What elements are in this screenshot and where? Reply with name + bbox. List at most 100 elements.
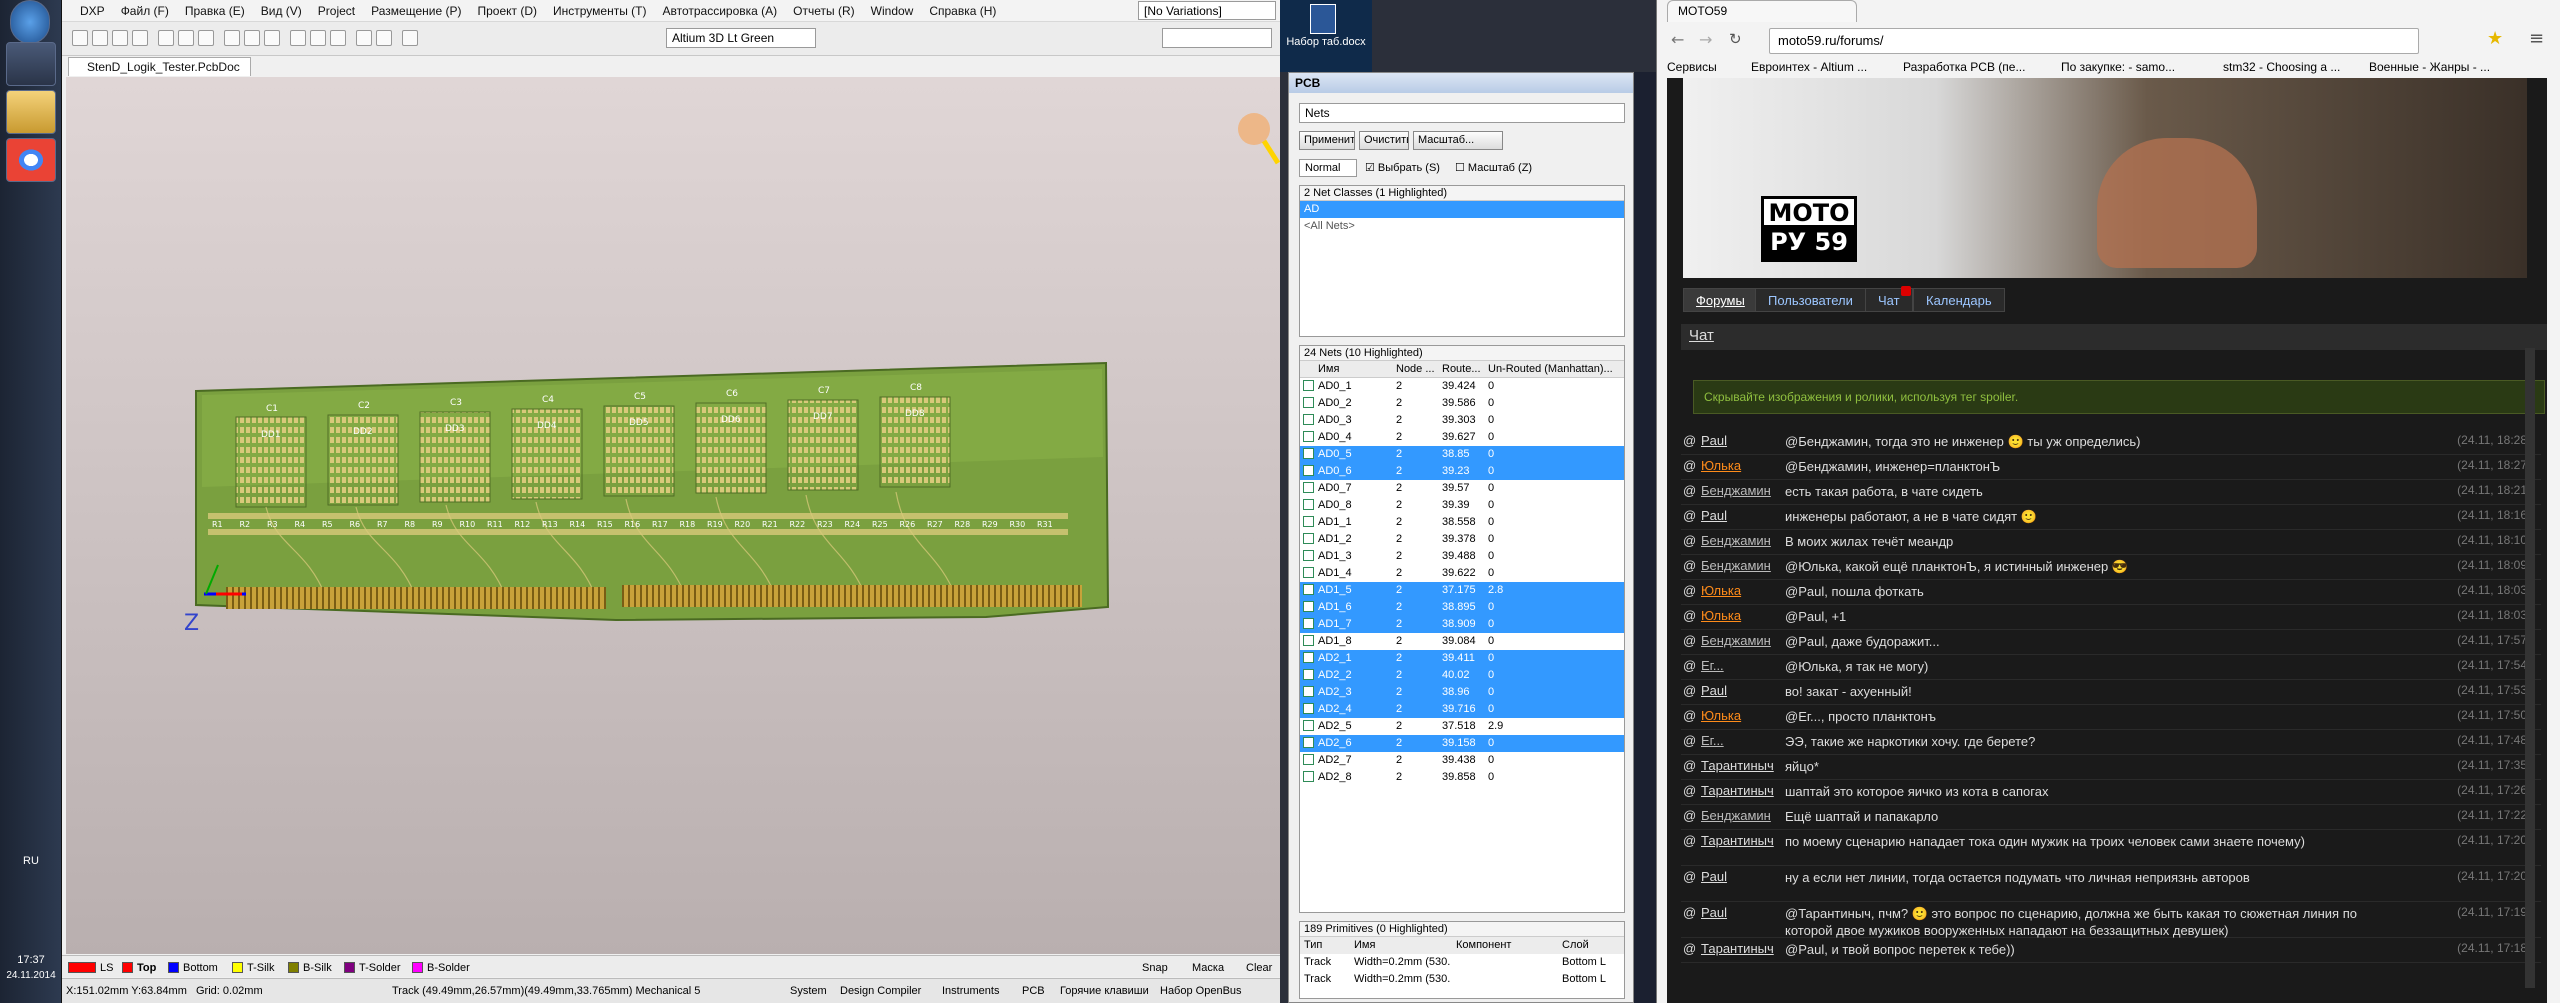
chat-username[interactable]: Тарантиныч [1701, 941, 1774, 956]
net-row[interactable]: AD2_5 2 37.518 2.9 [1300, 718, 1624, 735]
chat-username[interactable]: Ег... [1701, 733, 1724, 748]
net-row[interactable]: AD2_7 2 39.438 0 [1300, 752, 1624, 769]
bookmark-stm32[interactable]: stm32 - Choosing a ... [2223, 60, 2340, 74]
deselect-icon[interactable] [330, 30, 346, 46]
layer-tab-bottom[interactable]: Bottom [168, 960, 218, 975]
net-checkbox-icon[interactable] [1303, 414, 1314, 425]
undo-icon[interactable] [356, 30, 372, 46]
mention-icon[interactable]: @ [1683, 905, 1696, 920]
net-row[interactable]: AD1_5 2 37.175 2.8 [1300, 582, 1624, 599]
net-row[interactable]: AD0_2 2 39.586 0 [1300, 395, 1624, 412]
layer-tab-tsolder[interactable]: T-Solder [344, 960, 401, 975]
mention-icon[interactable]: @ [1683, 708, 1696, 723]
document-tab[interactable]: StenD_Logik_Tester.PcbDoc [68, 57, 251, 76]
move-icon[interactable] [310, 30, 326, 46]
mention-icon[interactable]: @ [1683, 583, 1696, 598]
net-row[interactable]: AD0_1 2 39.424 0 [1300, 378, 1624, 395]
chat-scrollbar[interactable] [2525, 348, 2535, 988]
clear-button[interactable]: Clear [1246, 960, 1272, 975]
layer-tab-tsilk[interactable]: T-Silk [232, 960, 275, 975]
bookmark-purchase[interactable]: По закупке: - samo... [2061, 60, 2175, 74]
net-checkbox-icon[interactable] [1303, 771, 1314, 782]
net-row[interactable]: AD1_7 2 38.909 0 [1300, 616, 1624, 633]
chat-username[interactable]: Paul [1701, 905, 1727, 920]
open-icon[interactable] [92, 30, 108, 46]
net-row[interactable]: AD2_4 2 39.716 0 [1300, 701, 1624, 718]
layer-tab-top[interactable]: Top [122, 960, 156, 975]
chat-username[interactable]: Бенджамин [1701, 533, 1771, 548]
net-row[interactable]: AD1_3 2 39.488 0 [1300, 548, 1624, 565]
mention-icon[interactable]: @ [1683, 608, 1696, 623]
net-checkbox-icon[interactable] [1303, 567, 1314, 578]
chat-username[interactable]: Бенджамин [1701, 483, 1771, 498]
pcb-mode-select[interactable]: Nets [1299, 103, 1625, 123]
clear-filter-button[interactable]: Очистить [1359, 131, 1409, 150]
mention-icon[interactable]: @ [1683, 483, 1696, 498]
menu-file[interactable]: Файл (F) [113, 4, 177, 18]
zoom-fit-icon[interactable] [178, 30, 194, 46]
print-icon[interactable] [132, 30, 148, 46]
chat-username[interactable]: Paul [1701, 508, 1727, 523]
zoom-area-icon[interactable] [198, 30, 214, 46]
net-row[interactable]: AD0_7 2 39.57 0 [1300, 480, 1624, 497]
net-checkbox-icon[interactable] [1303, 703, 1314, 714]
mention-icon[interactable]: @ [1683, 783, 1696, 798]
net-checkbox-icon[interactable] [1303, 482, 1314, 493]
zoom-checkbox[interactable]: ☐ Масштаб (Z) [1455, 161, 1532, 174]
net-class-row[interactable]: AD [1300, 201, 1624, 218]
zoom-icon[interactable] [158, 30, 174, 46]
net-checkbox-icon[interactable] [1303, 516, 1314, 527]
desktop-icon-label[interactable]: Набор таб.docx [1284, 36, 1368, 48]
mention-icon[interactable]: @ [1683, 683, 1696, 698]
current-layer-indicator[interactable]: LS [68, 960, 113, 975]
net-checkbox-icon[interactable] [1303, 448, 1314, 459]
net-row[interactable]: AD0_6 2 39.23 0 [1300, 463, 1624, 480]
net-row[interactable]: AD1_4 2 39.622 0 [1300, 565, 1624, 582]
net-checkbox-icon[interactable] [1303, 465, 1314, 476]
mention-icon[interactable]: @ [1683, 941, 1696, 956]
language-indicator[interactable]: RU [0, 855, 62, 867]
mention-icon[interactable]: @ [1683, 433, 1696, 448]
net-row[interactable]: AD1_2 2 39.378 0 [1300, 531, 1624, 548]
mention-icon[interactable]: @ [1683, 633, 1696, 648]
chat-username[interactable]: Тарантиныч [1701, 758, 1774, 773]
menu-edit[interactable]: Правка (E) [177, 4, 253, 18]
net-row[interactable]: AD0_8 2 39.39 0 [1300, 497, 1624, 514]
net-row[interactable]: AD2_2 2 40.02 0 [1300, 667, 1624, 684]
paste-icon[interactable] [264, 30, 280, 46]
mention-icon[interactable]: @ [1683, 833, 1696, 848]
logo-moto[interactable]: MOTO [1761, 196, 1857, 228]
net-row[interactable]: AD2_1 2 39.411 0 [1300, 650, 1624, 667]
menu-project[interactable]: Project [310, 4, 363, 18]
net-row[interactable]: AD1_6 2 38.895 0 [1300, 599, 1624, 616]
layer-tab-bsolder[interactable]: B-Solder [412, 960, 470, 975]
mention-icon[interactable]: @ [1683, 458, 1696, 473]
panel-system[interactable]: System [790, 985, 827, 997]
save-icon[interactable] [112, 30, 128, 46]
menu-design[interactable]: Проект (D) [469, 4, 545, 18]
secondary-select[interactable] [1162, 28, 1272, 48]
net-row[interactable]: AD0_3 2 39.303 0 [1300, 412, 1624, 429]
bookmark-pcb-dev[interactable]: Разработка PCB (пе... [1903, 60, 2025, 74]
logo-ru59[interactable]: РУ 59 [1761, 228, 1857, 262]
net-checkbox-icon[interactable] [1303, 754, 1314, 765]
select-checkbox[interactable]: ☑ Выбрать (S) [1365, 161, 1440, 174]
chat-username[interactable]: Ег... [1701, 658, 1724, 673]
net-checkbox-icon[interactable] [1303, 601, 1314, 612]
bookmark-star-icon[interactable]: ★ [2487, 28, 2503, 49]
forward-icon[interactable]: → [1699, 30, 1712, 49]
mention-icon[interactable]: @ [1683, 808, 1696, 823]
highlight-mode-select[interactable]: Normal [1299, 159, 1357, 177]
chat-username[interactable]: Юлька [1701, 708, 1741, 723]
clock-date[interactable]: 24.11.2014 [0, 970, 62, 981]
menu-help[interactable]: Справка (H) [921, 4, 1004, 18]
new-icon[interactable] [72, 30, 88, 46]
net-checkbox-icon[interactable] [1303, 635, 1314, 646]
chat-username[interactable]: Paul [1701, 869, 1727, 884]
browser-tab[interactable]: MOTO59 [1667, 0, 1857, 22]
net-checkbox-icon[interactable] [1303, 720, 1314, 731]
primitive-row[interactable]: Track Width=0.2mm (530. Bottom L [1300, 954, 1624, 971]
net-checkbox-icon[interactable] [1303, 550, 1314, 561]
nav-forums[interactable]: Форумы [1683, 288, 1758, 312]
menu-place[interactable]: Размещение (P) [363, 4, 469, 18]
